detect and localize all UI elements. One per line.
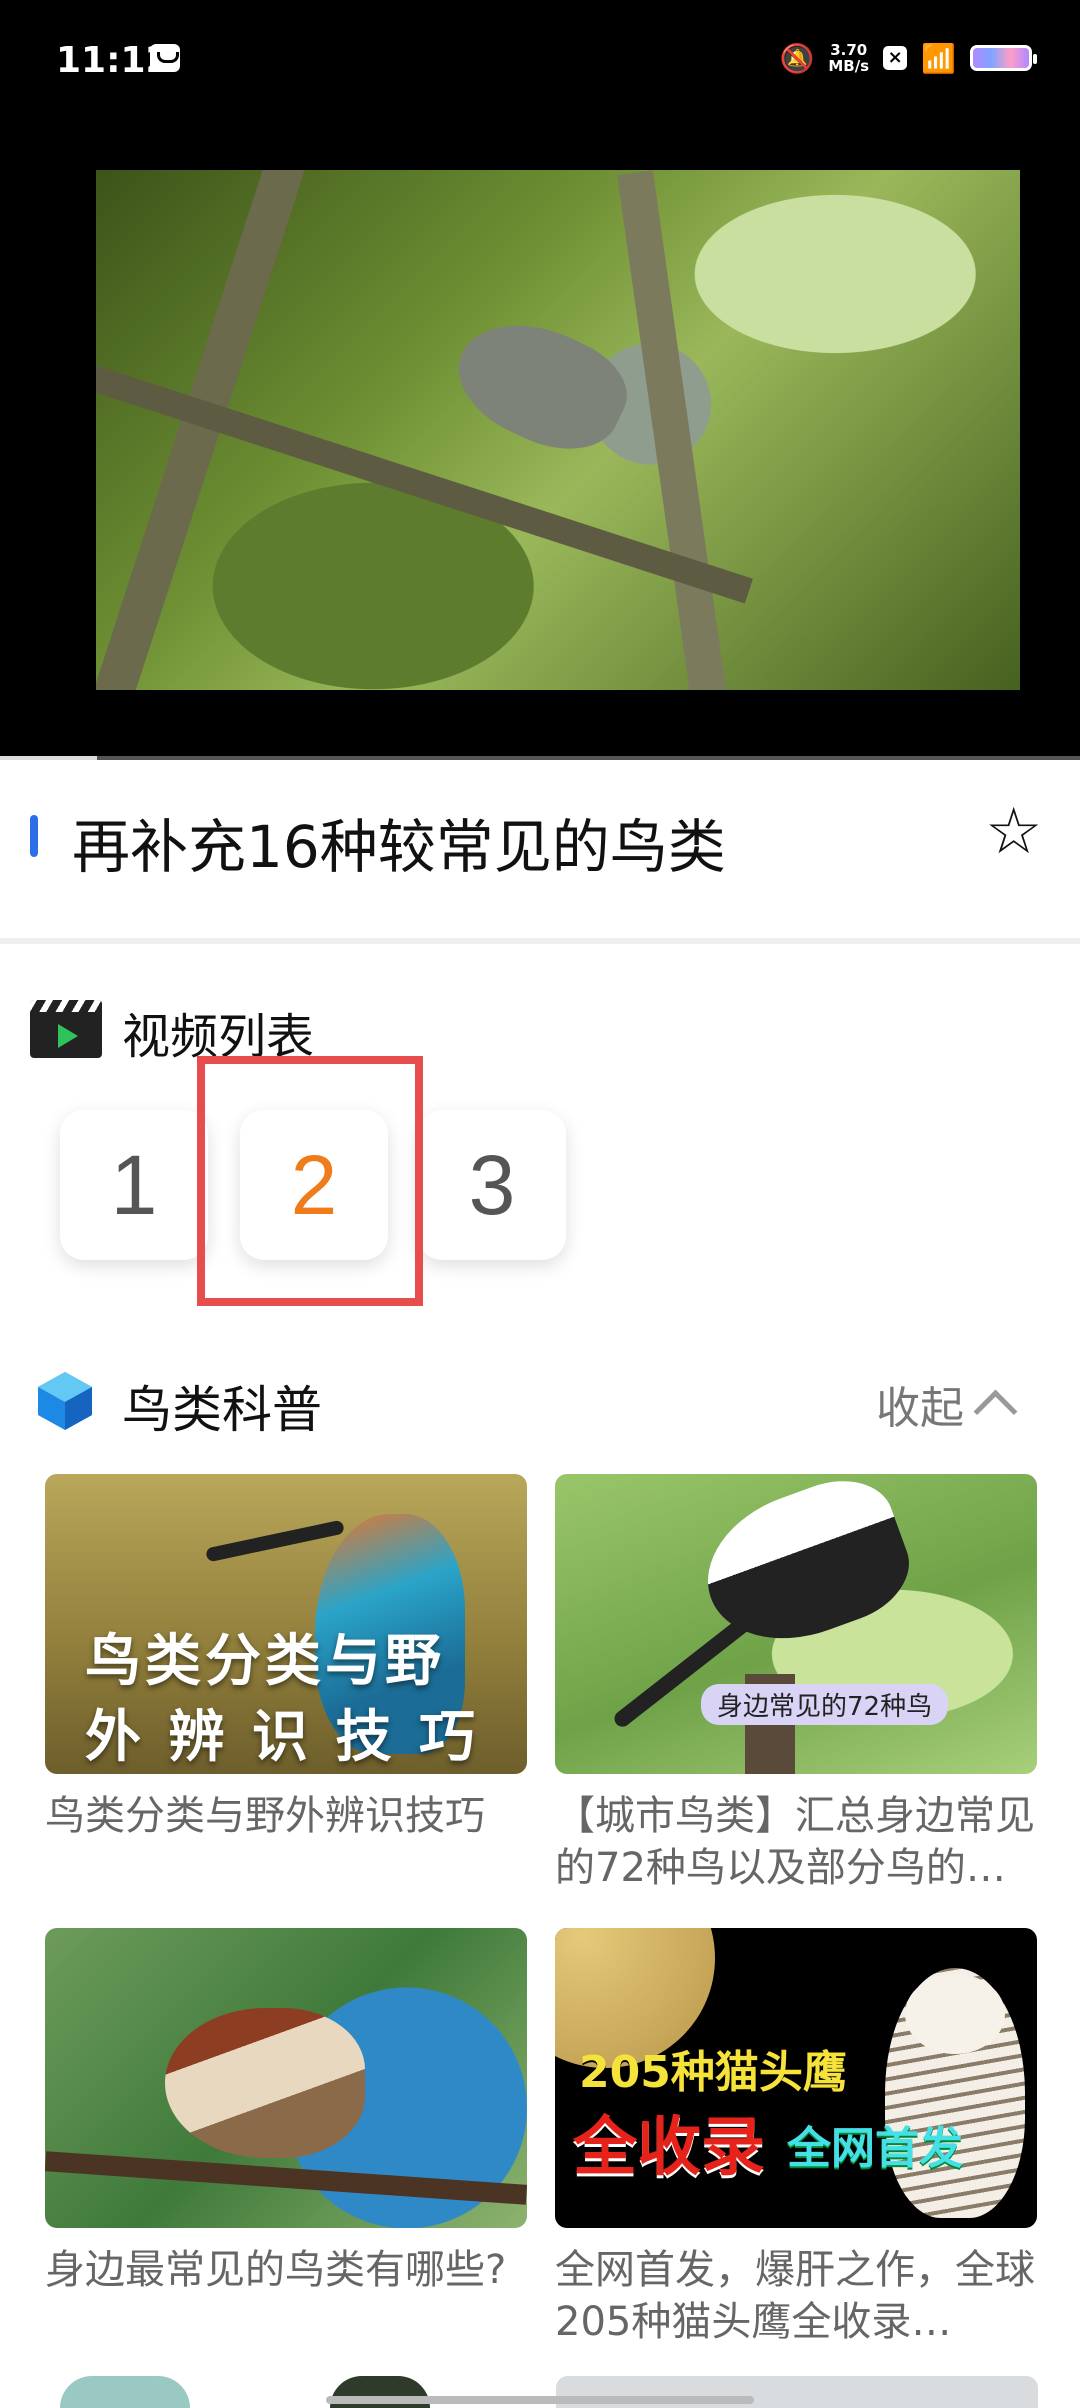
video-card-title[interactable]: 身边最常见的鸟类有哪些? [45, 2244, 527, 2296]
owl-face [905, 1974, 1005, 2054]
branch-image [45, 2151, 527, 2205]
video-card-title[interactable]: 【城市鸟类】汇总身边常见的72种鸟以及部分鸟的… [555, 1790, 1037, 1894]
episode-button-3[interactable]: 3 [418, 1110, 566, 1260]
divider [0, 938, 1080, 944]
kingfisher-beak [205, 1519, 345, 1563]
title-accent-bar [30, 815, 38, 857]
thumbnail-overlay-text: 身边常见的72种鸟 [701, 1684, 949, 1725]
collapse-label: 收起 [876, 1383, 964, 1434]
video-frame[interactable] [96, 170, 1020, 690]
battery-icon [970, 45, 1037, 71]
video-progress-bar[interactable] [0, 756, 1080, 760]
thumbnail-overlay-text: 鸟类分类与野 外 辨 识 技 巧 [85, 1624, 479, 1774]
wifi-icon: 📶 [921, 41, 956, 75]
video-thumbnail[interactable]: 205种猫头鹰 全收录 全网首发 [555, 1928, 1037, 2228]
video-branch [617, 170, 731, 690]
thumb-line: 外 辨 识 技 巧 [85, 1705, 479, 1770]
bird-science-title: 鸟类科普 [122, 1381, 322, 1439]
thumbnail-overlay-text: 205种猫头鹰 [579, 2047, 847, 2098]
video-thumbnail[interactable]: 鸟类分类与野 外 辨 识 技 巧 [45, 1474, 527, 1774]
message-icon [150, 44, 180, 72]
star-icon[interactable]: ☆ [985, 800, 1042, 864]
video-thumbnail[interactable]: 身边常见的72种鸟 [555, 1474, 1037, 1774]
clapperboard-icon [30, 1000, 102, 1058]
status-icons: 🔕 3.70 MB/s × 📶 [779, 38, 1037, 78]
thumbnail-overlay-text: 全网首发 [787, 2123, 963, 2174]
video-bird [440, 299, 642, 471]
video-card-title[interactable]: 全网首发，爆肝之作，全球205种猫头鹰全收录… [555, 2244, 1037, 2348]
video-card-title[interactable]: 鸟类分类与野外辨识技巧 [45, 1790, 527, 1842]
bell-off-icon: 🔕 [779, 41, 815, 75]
thumbnail-overlay-text: 全收录 [573, 2111, 765, 2185]
video-progress-fill [0, 756, 98, 760]
chevron-up-icon [973, 1389, 1018, 1433]
network-speed-unit: MB/s [828, 57, 870, 75]
home-indicator[interactable] [326, 2396, 754, 2404]
cube-icon [38, 1372, 92, 1430]
avatar [60, 2376, 190, 2408]
network-speed: 3.70 MB/s [828, 42, 869, 74]
highlight-box [197, 1056, 423, 1306]
sparrow-image [165, 2008, 365, 2158]
thumb-line: 鸟类分类与野 [85, 1629, 445, 1694]
page-title: 再补充16种较常见的鸟类 [72, 813, 726, 881]
episode-button-1[interactable]: 1 [60, 1110, 208, 1260]
close-box-icon: × [883, 46, 908, 70]
status-bar: 11:12 🔕 3.70 MB/s × 📶 [0, 0, 1080, 120]
collapse-button[interactable]: 收起 [876, 1372, 1018, 1436]
video-thumbnail[interactable] [45, 1928, 527, 2228]
